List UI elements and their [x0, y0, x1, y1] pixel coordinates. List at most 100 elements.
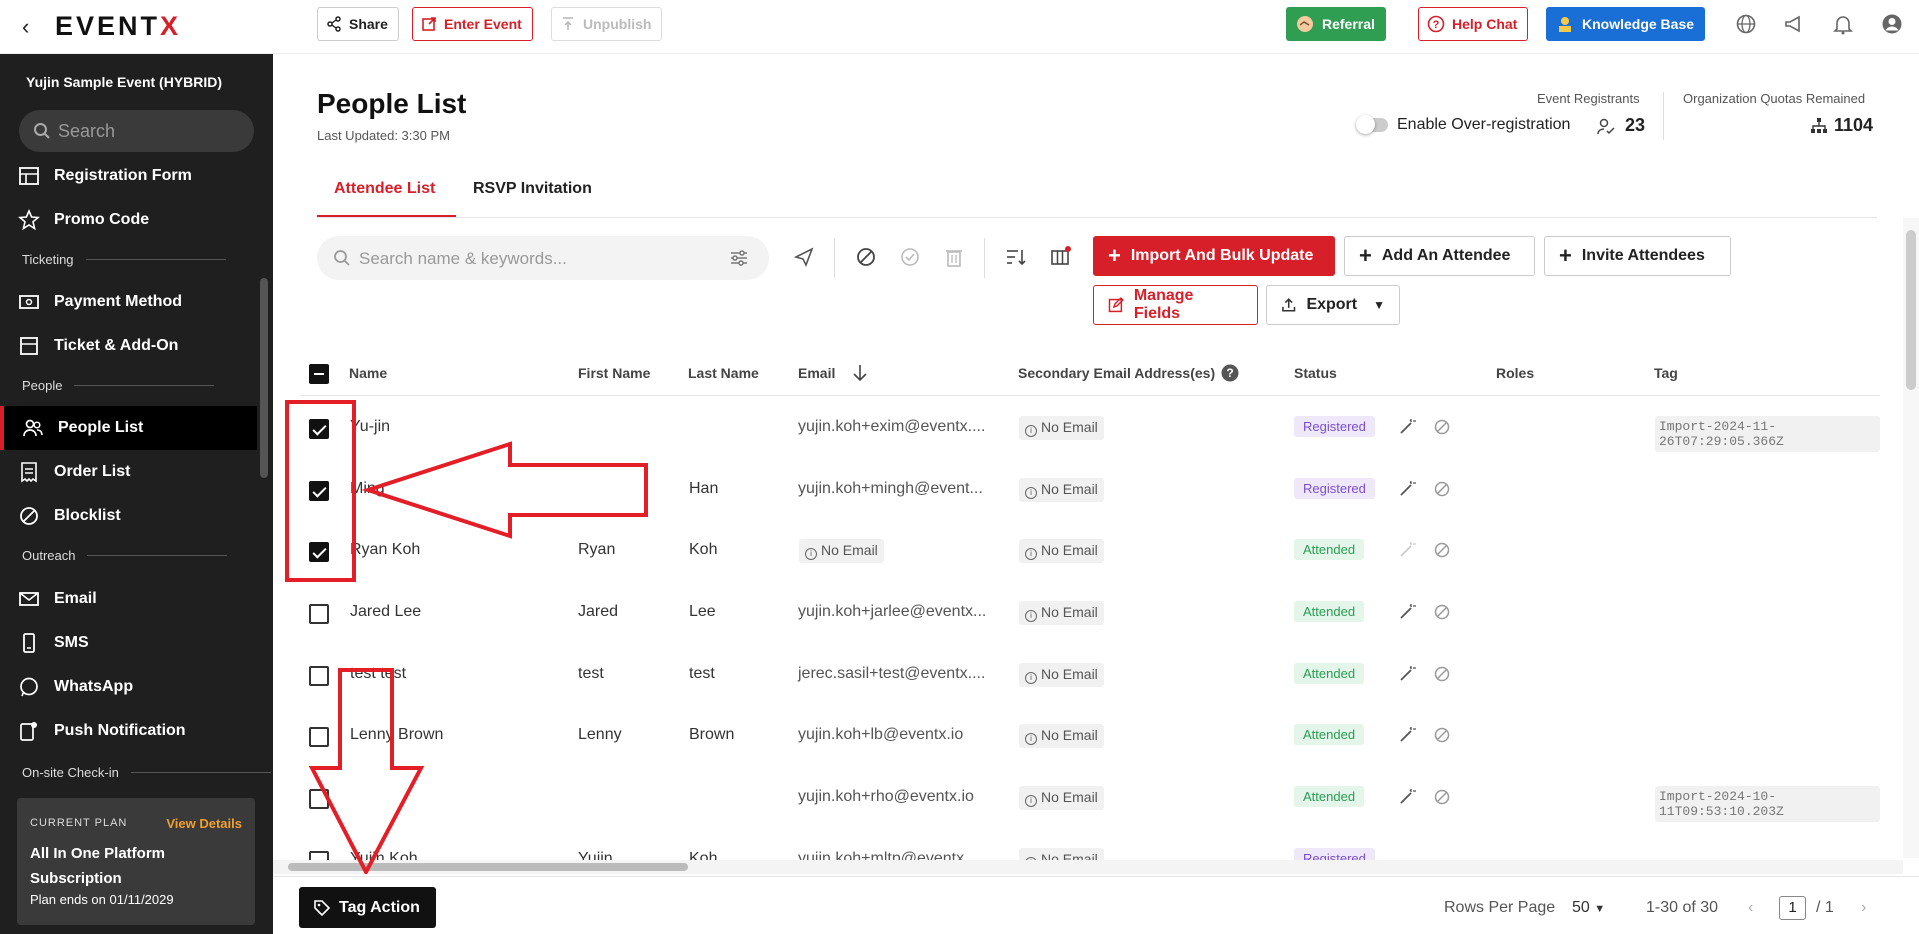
- unpublish-button[interactable]: Unpublish: [551, 7, 663, 41]
- scrollbar-thumb[interactable]: [1906, 230, 1916, 390]
- filter-sliders-icon[interactable]: [729, 249, 749, 267]
- horizontal-scrollbar[interactable]: [273, 860, 1903, 874]
- block-icon[interactable]: [1433, 603, 1451, 621]
- sidebar-item-sms[interactable]: SMS: [0, 621, 257, 665]
- cell-email: yujin.koh+mltp@eventx...: [798, 850, 978, 860]
- table-row[interactable]: yujin.koh+rho@eventx.io i No Email Attend…: [300, 768, 1880, 830]
- table-row[interactable]: Ming Han yujin.koh+mingh@event... i No Em…: [300, 460, 1880, 522]
- table-row[interactable]: Jared Lee Jared Lee yujin.koh+jarlee@eve…: [300, 583, 1880, 645]
- arrow-down-icon[interactable]: [852, 364, 868, 382]
- column-header-name[interactable]: Name: [349, 365, 387, 381]
- share-button[interactable]: Share: [317, 7, 399, 41]
- cell-last-name: Koh: [689, 541, 718, 558]
- send-icon[interactable]: [793, 246, 815, 268]
- sidebar-item-payment-method[interactable]: Payment Method: [0, 280, 257, 324]
- manage-fields-button[interactable]: Manage Fields: [1093, 285, 1258, 325]
- referral-button[interactable]: Referral: [1286, 7, 1386, 41]
- sidebar-item-people-list[interactable]: People List: [0, 406, 257, 450]
- column-header-first-name[interactable]: First Name: [578, 365, 650, 381]
- column-header-status[interactable]: Status: [1294, 365, 1337, 381]
- cell-email: yujin.koh+jarlee@eventx...: [798, 603, 987, 620]
- sidebar-item-email[interactable]: Email: [0, 577, 257, 621]
- row-checkbox[interactable]: [309, 727, 329, 747]
- sidebar-item-push-notification[interactable]: Push Notification: [0, 709, 257, 753]
- knowledge-base-button[interactable]: Knowledge Base: [1546, 7, 1706, 41]
- table-row[interactable]: Yujin Koh Yujin Koh yujin.koh+mltp@event…: [300, 830, 1880, 860]
- sidebar-item-order-list[interactable]: Order List: [0, 450, 257, 494]
- block-icon[interactable]: [855, 246, 877, 268]
- prev-page-icon[interactable]: ‹: [1748, 899, 1753, 917]
- sidebar-item-label: SMS: [54, 634, 89, 651]
- table-row[interactable]: Yu-jin yujin.koh+exim@eventx.... i No Ema…: [300, 398, 1880, 460]
- ticket-icon: [20, 337, 38, 355]
- attendee-search-input[interactable]: Search name & keywords...: [317, 236, 769, 280]
- globe-icon[interactable]: [1735, 13, 1757, 35]
- magic-wand-icon[interactable]: [1398, 418, 1416, 436]
- tab-attendee-list[interactable]: Attendee List: [334, 180, 435, 198]
- import-bulk-update-label: Import And Bulk Update: [1130, 247, 1314, 264]
- row-checkbox[interactable]: [309, 542, 329, 562]
- table-row[interactable]: Lenny Brown Lenny Brown yujin.koh+lb@eve…: [300, 706, 1880, 768]
- column-header-secondary-email[interactable]: Secondary Email Address(es): [1018, 365, 1215, 381]
- sidebar-item-promo-code[interactable]: Promo Code: [0, 198, 257, 242]
- sidebar-item-ticket-add-on[interactable]: Ticket & Add-On: [0, 324, 257, 368]
- tag-action-button[interactable]: Tag Action: [299, 887, 436, 928]
- magic-wand-icon[interactable]: [1398, 541, 1416, 559]
- export-button[interactable]: Export ▼: [1266, 285, 1400, 325]
- sidebar-section-ticketing: Ticketing: [22, 252, 226, 267]
- table-row[interactable]: test test test test jerec.sasil+test@eve…: [300, 645, 1880, 707]
- invite-attendees-button[interactable]: + Invite Attendees: [1544, 236, 1731, 276]
- row-checkbox[interactable]: [309, 481, 329, 501]
- magic-wand-icon[interactable]: [1398, 788, 1416, 806]
- logo[interactable]: EVENTX: [55, 11, 181, 42]
- add-attendee-button[interactable]: + Add An Attendee: [1344, 236, 1535, 276]
- row-checkbox[interactable]: [309, 604, 329, 624]
- columns-icon[interactable]: [1049, 246, 1071, 268]
- sidebar-item-blocklist[interactable]: Blocklist: [0, 494, 257, 538]
- block-icon[interactable]: [1433, 418, 1451, 436]
- row-checkbox[interactable]: [309, 419, 329, 439]
- row-checkbox[interactable]: [309, 851, 329, 860]
- block-icon[interactable]: [1433, 541, 1451, 559]
- sidebar-item-whatsapp[interactable]: WhatsApp: [0, 665, 257, 709]
- column-header-tag[interactable]: Tag: [1654, 365, 1678, 381]
- magic-wand-icon[interactable]: [1398, 603, 1416, 621]
- check-circle-icon[interactable]: [899, 246, 921, 268]
- bell-icon[interactable]: [1832, 13, 1854, 35]
- import-bulk-update-button[interactable]: + Import And Bulk Update: [1093, 236, 1335, 276]
- sidebar-item-registration-form[interactable]: Registration Form: [0, 154, 257, 198]
- help-icon[interactable]: ?: [1221, 364, 1239, 382]
- account-icon[interactable]: [1881, 13, 1903, 35]
- block-icon[interactable]: [1433, 480, 1451, 498]
- scrollbar-thumb[interactable]: [288, 863, 688, 871]
- megaphone-icon[interactable]: [1783, 13, 1805, 35]
- row-checkbox[interactable]: [309, 666, 329, 686]
- help-chat-button[interactable]: ? Help Chat: [1418, 7, 1529, 41]
- block-icon[interactable]: [1433, 788, 1451, 806]
- trash-icon[interactable]: [943, 246, 965, 268]
- magic-wand-icon[interactable]: [1398, 480, 1416, 498]
- back-chevron-icon[interactable]: ‹: [22, 14, 29, 40]
- magic-wand-icon[interactable]: [1398, 726, 1416, 744]
- sidebar-scrollbar[interactable]: [260, 278, 268, 478]
- block-icon[interactable]: [1433, 665, 1451, 683]
- rows-per-page-select[interactable]: 50 ▼: [1572, 899, 1605, 917]
- sidebar-search-input[interactable]: Search: [19, 110, 254, 152]
- column-header-email[interactable]: Email: [798, 365, 835, 381]
- magic-wand-icon[interactable]: [1398, 665, 1416, 683]
- page-number-input[interactable]: 1: [1779, 896, 1806, 920]
- sort-icon[interactable]: [1004, 246, 1026, 268]
- select-all-checkbox[interactable]: [309, 364, 329, 384]
- column-header-roles[interactable]: Roles: [1496, 365, 1534, 381]
- next-page-icon[interactable]: ›: [1861, 899, 1866, 917]
- enter-event-button[interactable]: Enter Event: [412, 7, 533, 41]
- view-details-link[interactable]: View Details: [166, 816, 242, 831]
- over-registration-toggle[interactable]: [1356, 115, 1388, 134]
- block-icon[interactable]: [1433, 726, 1451, 744]
- table-row[interactable]: Ryan Koh Ryan Koh i No Email i No Email At…: [300, 521, 1880, 583]
- vertical-scrollbar[interactable]: [1903, 218, 1919, 858]
- row-checkbox[interactable]: [309, 789, 329, 809]
- tab-rsvp-invitation[interactable]: RSVP Invitation: [473, 180, 592, 198]
- column-header-last-name[interactable]: Last Name: [688, 365, 759, 381]
- invite-attendees-label: Invite Attendees: [1581, 247, 1705, 264]
